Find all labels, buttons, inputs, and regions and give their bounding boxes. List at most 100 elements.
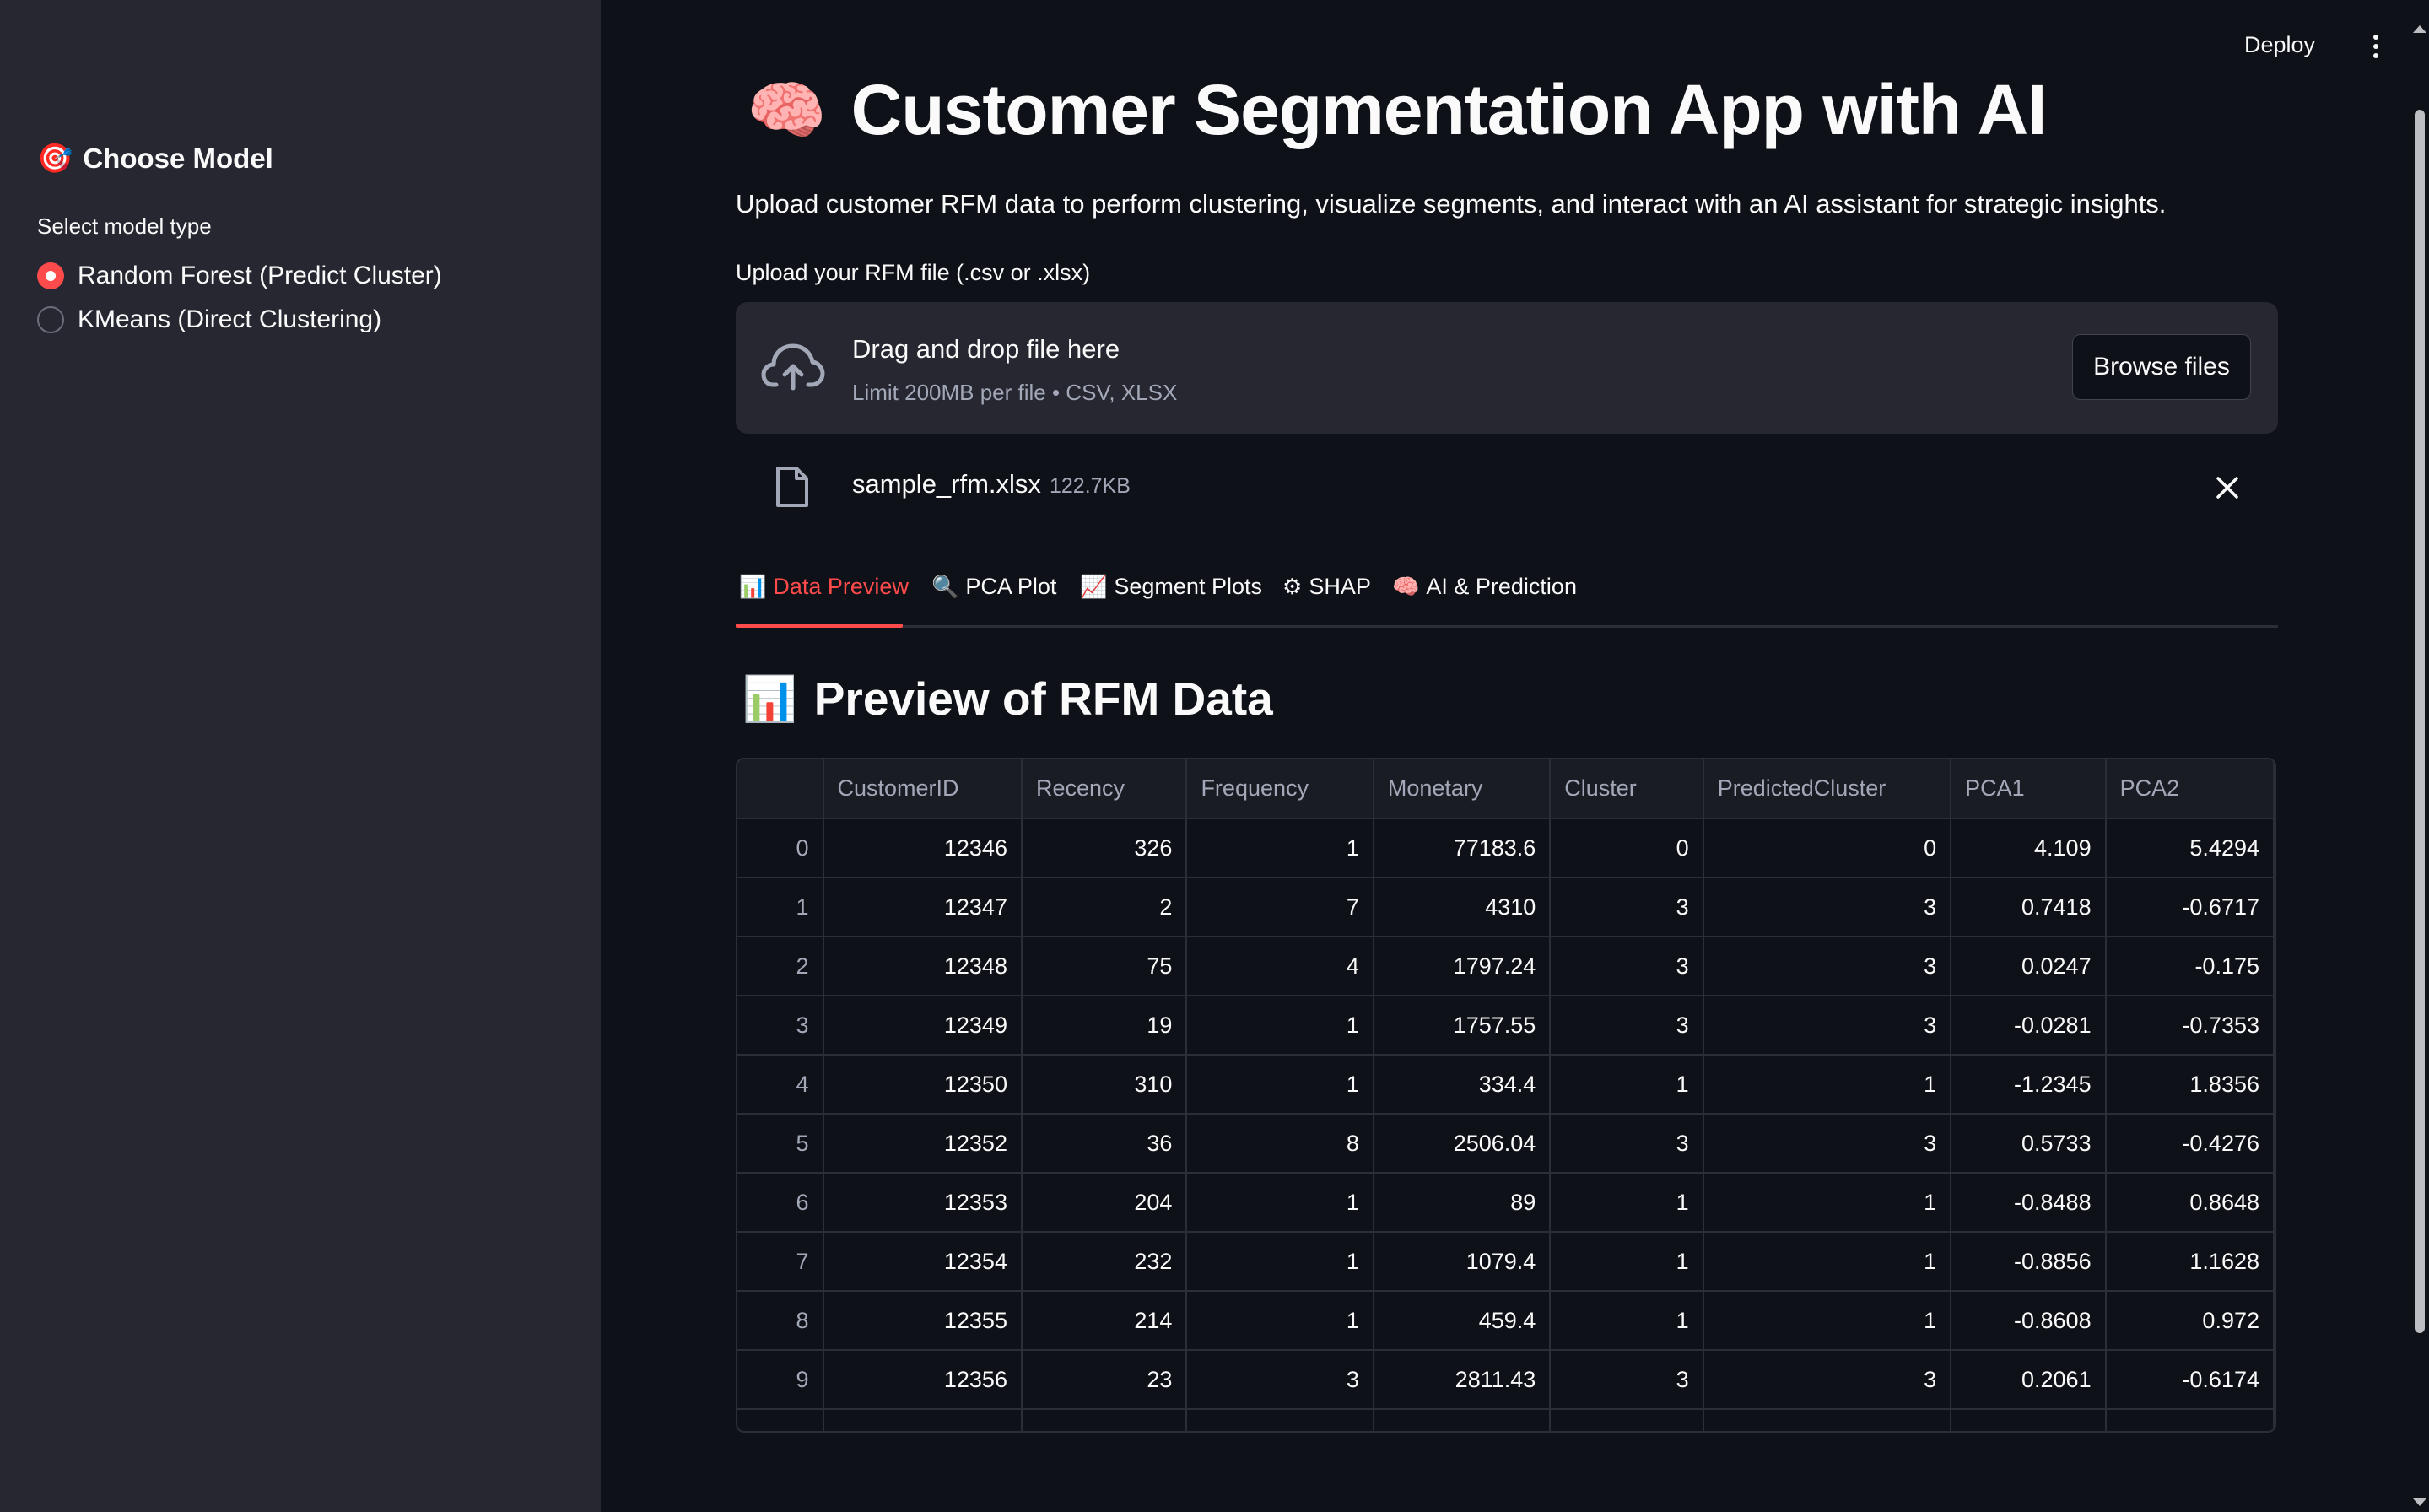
- table-cell[interactable]: 12348: [823, 937, 1023, 996]
- table-cell[interactable]: -0.8856: [1951, 1232, 2107, 1292]
- table-cell[interactable]: 1797.24: [1373, 937, 1552, 996]
- table-cell[interactable]: 0.5733: [1951, 1114, 2107, 1174]
- tab-segment-plots[interactable]: 📈 Segment Plots: [1080, 574, 1262, 600]
- table-cell[interactable]: 1: [1186, 1291, 1374, 1351]
- table-cell[interactable]: -0.6717: [2105, 878, 2275, 937]
- table-cell[interactable]: -0.4276: [2105, 1114, 2275, 1174]
- table-cell[interactable]: 3: [1550, 937, 1704, 996]
- table-cell[interactable]: 214: [1021, 1291, 1188, 1351]
- table-cell[interactable]: 12354: [823, 1232, 1023, 1292]
- table-cell[interactable]: 3: [1703, 1350, 1952, 1410]
- table-cell[interactable]: 1: [1186, 1232, 1374, 1292]
- table-cell[interactable]: 3: [1703, 1114, 1952, 1174]
- table-cell[interactable]: 12349: [823, 996, 1023, 1056]
- table-cell[interactable]: 12350: [823, 1055, 1023, 1115]
- column-header[interactable]: PCA1: [1951, 759, 2107, 819]
- kebab-menu-icon[interactable]: [2367, 32, 2384, 61]
- column-header[interactable]: Monetary: [1373, 759, 1552, 819]
- table-cell[interactable]: 1: [1703, 1232, 1952, 1292]
- table-cell[interactable]: 3: [1550, 1350, 1704, 1410]
- row-index[interactable]: 0: [737, 818, 824, 878]
- row-index[interactable]: 6: [737, 1173, 824, 1233]
- table-cell[interactable]: 0.7418: [1951, 878, 2107, 937]
- radio-unselected-icon[interactable]: [37, 306, 64, 333]
- table-cell[interactable]: -0.6174: [2105, 1350, 2275, 1410]
- scroll-down-icon[interactable]: [2413, 1498, 2426, 1506]
- table-cell[interactable]: -0.8608: [1951, 1291, 2107, 1351]
- table-cell[interactable]: 1: [1186, 1055, 1374, 1115]
- table-cell[interactable]: 1: [1703, 1291, 1952, 1351]
- table-cell[interactable]: 310: [1021, 1055, 1188, 1115]
- column-header[interactable]: [737, 759, 824, 819]
- data-table[interactable]: CustomerID Recency Frequency Monetary Cluste…: [736, 758, 2276, 1433]
- table-cell[interactable]: 19: [1021, 996, 1188, 1056]
- column-header[interactable]: Recency: [1021, 759, 1188, 819]
- table-cell[interactable]: 1.1628: [2105, 1232, 2275, 1292]
- row-index[interactable]: 7: [737, 1232, 824, 1292]
- file-dropzone[interactable]: Drag and drop file here Limit 200MB per …: [736, 302, 2278, 434]
- table-cell[interactable]: -0.7353: [2105, 996, 2275, 1056]
- column-header[interactable]: Frequency: [1186, 759, 1374, 819]
- table-cell[interactable]: 2811.43: [1373, 1350, 1552, 1410]
- tab-data-preview[interactable]: 📊 Data Preview: [739, 574, 909, 600]
- table-cell[interactable]: 12347: [823, 878, 1023, 937]
- table-cell[interactable]: 7: [1186, 878, 1374, 937]
- scrollbar-thumb[interactable]: [2415, 110, 2425, 1333]
- table-cell[interactable]: 0.972: [2105, 1291, 2275, 1351]
- table-cell[interactable]: -1.2345: [1951, 1055, 2107, 1115]
- table-cell[interactable]: 12353: [823, 1173, 1023, 1233]
- row-index[interactable]: 1: [737, 878, 824, 937]
- table-cell[interactable]: 0.8648: [2105, 1173, 2275, 1233]
- table-cell[interactable]: -0.175: [2105, 937, 2275, 996]
- table-cell[interactable]: 1757.55: [1373, 996, 1552, 1056]
- table-cell[interactable]: 2506.04: [1373, 1114, 1552, 1174]
- table-cell[interactable]: 4.109: [1951, 818, 2107, 878]
- column-header[interactable]: CustomerID: [823, 759, 1023, 819]
- tab-pca-plot[interactable]: 🔍 PCA Plot: [931, 574, 1056, 600]
- table-cell[interactable]: 0.0247: [1951, 937, 2107, 996]
- table-cell[interactable]: 1: [1186, 1173, 1374, 1233]
- table-cell[interactable]: 2: [1021, 878, 1188, 937]
- table-cell[interactable]: 1: [1550, 1173, 1704, 1233]
- table-cell[interactable]: 1: [1186, 996, 1374, 1056]
- tab-shap[interactable]: ⚙ SHAP: [1282, 574, 1371, 600]
- table-cell[interactable]: 4: [1186, 937, 1374, 996]
- column-header[interactable]: PCA2: [2105, 759, 2275, 819]
- row-index[interactable]: 5: [737, 1114, 824, 1174]
- table-cell[interactable]: 1079.4: [1373, 1232, 1552, 1292]
- table-cell[interactable]: 12352: [823, 1114, 1023, 1174]
- column-header[interactable]: Cluster: [1550, 759, 1704, 819]
- table-cell[interactable]: 232: [1021, 1232, 1188, 1292]
- table-cell[interactable]: 1: [1550, 1291, 1704, 1351]
- table-cell[interactable]: 3: [1550, 878, 1704, 937]
- table-cell[interactable]: 4310: [1373, 878, 1552, 937]
- table-cell[interactable]: 3: [1703, 996, 1952, 1056]
- row-index[interactable]: 9: [737, 1350, 824, 1410]
- table-cell[interactable]: 12346: [823, 818, 1023, 878]
- table-cell[interactable]: 459.4: [1373, 1291, 1552, 1351]
- radio-option-kmeans[interactable]: KMeans (Direct Clustering): [37, 305, 381, 334]
- browse-files-button[interactable]: Browse files: [2072, 334, 2251, 400]
- table-cell[interactable]: 1: [1550, 1055, 1704, 1115]
- table-cell[interactable]: 89: [1373, 1173, 1552, 1233]
- table-cell[interactable]: 5.4294: [2105, 818, 2275, 878]
- table-cell[interactable]: 1: [1703, 1173, 1952, 1233]
- row-index[interactable]: 8: [737, 1291, 824, 1351]
- table-cell[interactable]: 1.8356: [2105, 1055, 2275, 1115]
- table-cell[interactable]: 77183.6: [1373, 818, 1552, 878]
- table-cell[interactable]: 0: [1703, 818, 1952, 878]
- radio-selected-icon[interactable]: [37, 262, 64, 289]
- table-cell[interactable]: 36: [1021, 1114, 1188, 1174]
- table-cell[interactable]: 3: [1550, 1114, 1704, 1174]
- tab-ai-prediction[interactable]: 🧠 AI & Prediction: [1392, 574, 1577, 600]
- table-cell[interactable]: -0.0281: [1951, 996, 2107, 1056]
- table-cell[interactable]: 12356: [823, 1350, 1023, 1410]
- table-cell[interactable]: 0: [1550, 818, 1704, 878]
- table-cell[interactable]: 0.2061: [1951, 1350, 2107, 1410]
- table-cell[interactable]: 8: [1186, 1114, 1374, 1174]
- table-cell[interactable]: 23: [1021, 1350, 1188, 1410]
- column-header[interactable]: PredictedCluster: [1703, 759, 1952, 819]
- row-index[interactable]: 4: [737, 1055, 824, 1115]
- table-cell[interactable]: 3: [1703, 937, 1952, 996]
- table-cell[interactable]: 3: [1703, 878, 1952, 937]
